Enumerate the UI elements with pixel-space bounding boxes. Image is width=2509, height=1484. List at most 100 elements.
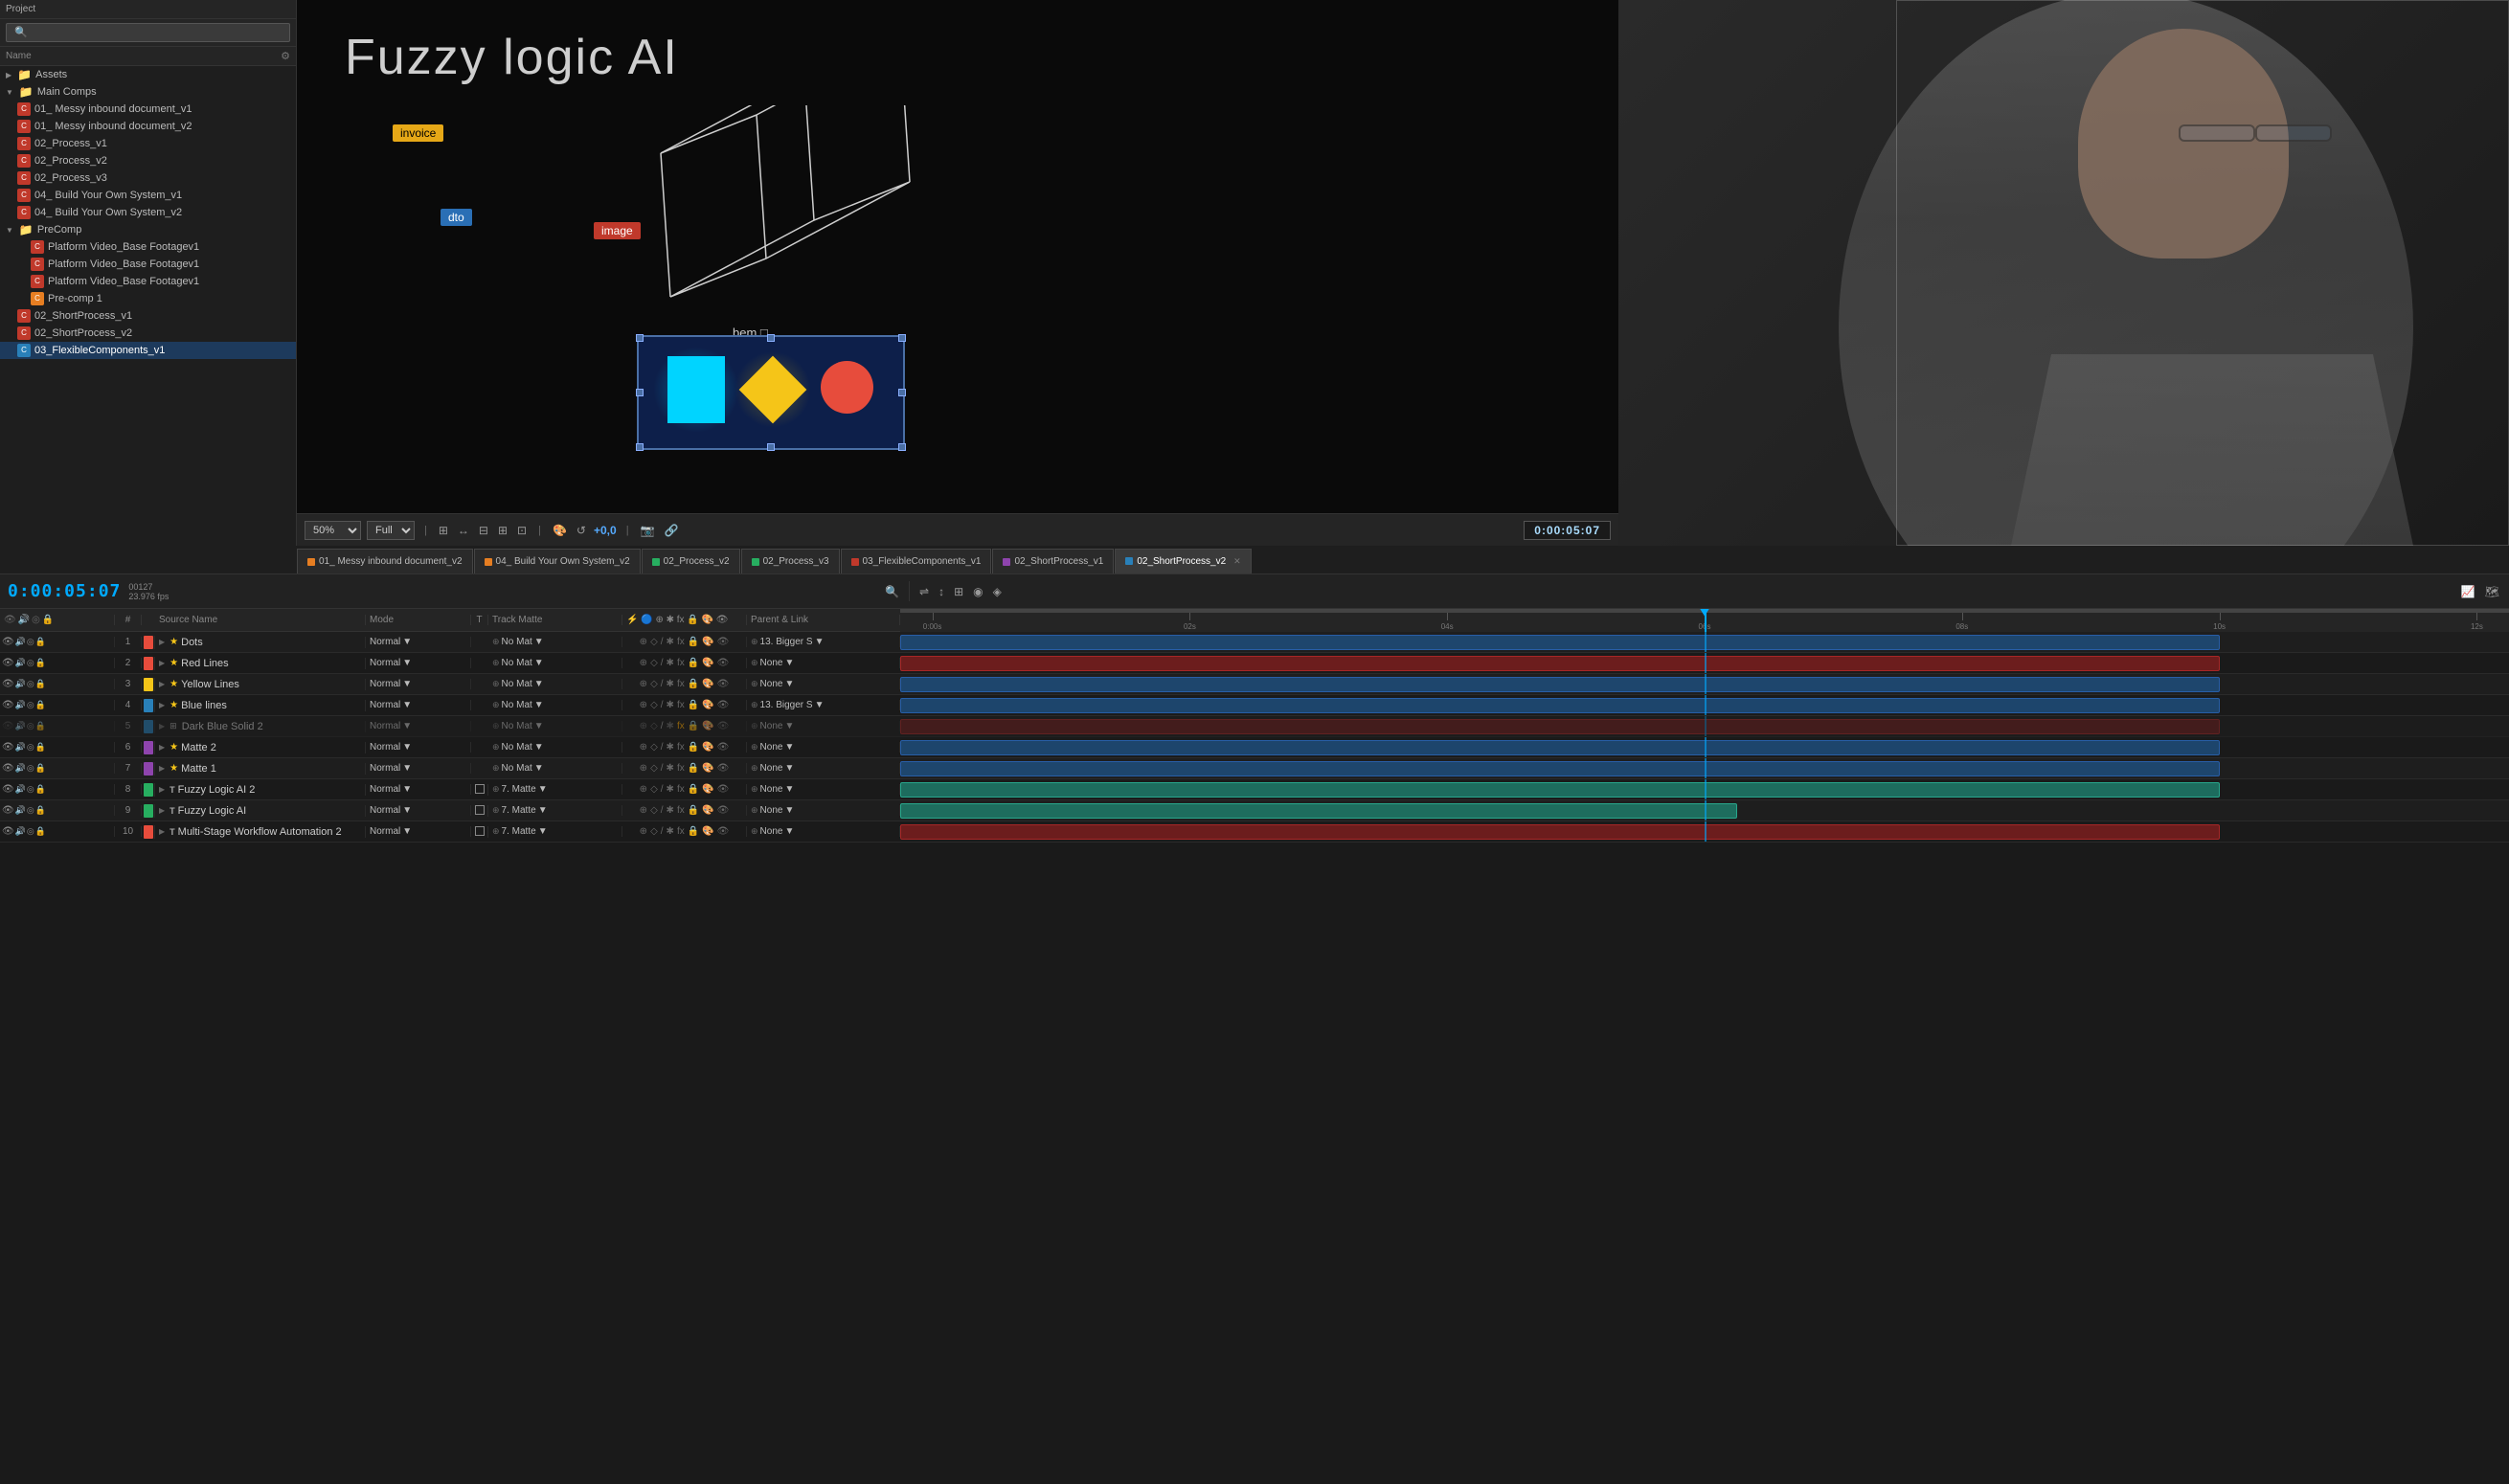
list-item[interactable]: C 02_Process_v3 [0,169,296,187]
parent-dropdown[interactable]: ▼ [815,637,825,647]
lock-toggle[interactable]: 🔒 [35,637,46,647]
camera-button[interactable]: 📷 [639,522,657,539]
solo-toggle[interactable]: ◎ [27,721,34,731]
audio-toggle[interactable]: 🔊 [15,679,26,689]
sw-motion-blur[interactable]: ✱ [667,742,674,753]
sw-blend[interactable]: 🎨 [702,637,713,647]
list-item[interactable]: C 02_ShortProcess_v2 [0,325,296,342]
sw-collapse[interactable]: ⊕ [640,826,647,837]
parent-dropdown[interactable]: ▼ [784,742,794,753]
sw-fx[interactable]: fx [677,826,685,837]
lock-toggle[interactable]: 🔒 [35,658,46,668]
sw-lock[interactable]: 🔒 [688,679,699,689]
expand-arrow[interactable]: ▶ [159,638,165,646]
sw-quality[interactable]: ◇ [650,658,658,668]
sw-motion-blur[interactable]: ✱ [667,721,674,731]
sw-quality[interactable]: ◇ [650,700,658,710]
expand-arrow[interactable]: ▶ [159,659,165,667]
search-timeline-button[interactable]: 🔍 [883,583,901,600]
sw-blend[interactable]: 🎨 [702,742,713,753]
sw-collapse[interactable]: ⊕ [640,679,647,689]
solo-toggle[interactable]: ◎ [27,700,34,710]
sw-motion-blur[interactable]: ✱ [667,679,674,689]
sw-lock[interactable]: 🔒 [688,637,699,647]
lock-toggle[interactable]: 🔒 [35,763,46,774]
mode-dropdown[interactable]: ▼ [402,805,412,816]
tm-dropdown[interactable]: ▼ [534,742,544,753]
visibility-toggle[interactable]: 👁 [2,763,14,774]
list-item-selected[interactable]: C 03_FlexibleComponents_v1 [0,342,296,359]
mode-dropdown[interactable]: ▼ [402,784,412,795]
sw-3d[interactable]: 👁 [717,784,730,795]
sw-quality[interactable]: ◇ [650,784,658,795]
sw-effects[interactable]: / [661,721,664,731]
mode-dropdown[interactable]: ▼ [402,763,412,774]
solo-toggle[interactable]: ◎ [27,658,34,668]
sw-blend[interactable]: 🎨 [702,763,713,774]
solo-toggle[interactable]: ◎ [27,679,34,689]
list-item[interactable]: C 02_Process_v1 [0,135,296,152]
mode-dropdown[interactable]: ▼ [402,658,412,668]
share-button[interactable]: 🔗 [663,522,681,539]
sw-collapse[interactable]: ⊕ [640,742,647,753]
parent-dropdown[interactable]: ▼ [784,805,794,816]
expand-arrow[interactable]: ▶ [159,827,165,836]
precomp-folder[interactable]: ▼ 📁 PreComp [0,221,296,238]
audio-toggle[interactable]: 🔊 [15,742,26,753]
main-comps-folder[interactable]: ▼ 📁 Main Comps [0,83,296,101]
solo-toggle[interactable]: ◎ [27,637,34,647]
sw-effects[interactable]: / [661,700,664,710]
solo-toggle[interactable]: ◎ [27,763,34,774]
mode-dropdown[interactable]: ▼ [402,721,412,731]
lock-toggle[interactable]: 🔒 [35,721,46,731]
expand-arrow[interactable]: ▶ [159,743,165,752]
fit-button[interactable]: ⊞ [437,522,450,539]
list-item[interactable]: C Platform Video_Base Footagev1 [0,238,296,256]
sw-blend[interactable]: 🎨 [702,700,713,710]
sw-3d[interactable]: 👁 [717,742,730,753]
tl-tool1[interactable]: ⇌ [917,583,931,600]
mode-dropdown[interactable]: ▼ [402,826,412,837]
tl-tool5[interactable]: ◈ [991,583,1004,600]
audio-toggle[interactable]: 🔊 [15,637,26,647]
sw-lock[interactable]: 🔒 [688,742,699,753]
assets-folder[interactable]: ▶ 📁 Assets [0,66,296,83]
tm-dropdown[interactable]: ▼ [538,826,548,837]
safe-zones-button[interactable]: ⊟ [477,522,490,539]
sw-collapse[interactable]: ⊕ [640,721,647,731]
tl-tool4[interactable]: ◉ [971,583,984,600]
t-checkbox[interactable] [475,805,485,815]
list-item[interactable]: C Pre-comp 1 [0,290,296,307]
tab-flexible-components[interactable]: 03_FlexibleComponents_v1 [841,549,992,573]
list-item[interactable]: C 04_ Build Your Own System_v1 [0,187,296,204]
tm-dropdown[interactable]: ▼ [534,637,544,647]
sw-lock[interactable]: 🔒 [688,721,699,731]
color-correction-button[interactable]: 🎨 [551,522,569,539]
sw-collapse[interactable]: ⊕ [640,700,647,710]
mode-dropdown[interactable]: ▼ [402,700,412,710]
sw-lock[interactable]: 🔒 [688,826,699,837]
sw-blend[interactable]: 🎨 [702,805,713,816]
audio-toggle[interactable]: 🔊 [15,805,26,816]
list-item[interactable]: C Platform Video_Base Footagev1 [0,256,296,273]
sw-lock[interactable]: 🔒 [688,763,699,774]
sw-quality[interactable]: ◇ [650,805,658,816]
lock-toggle[interactable]: 🔒 [35,784,46,795]
visibility-toggle[interactable]: 👁 [2,805,14,816]
parent-dropdown[interactable]: ▼ [784,658,794,668]
tm-dropdown[interactable]: ▼ [534,763,544,774]
tab-process-v3[interactable]: 02_Process_v3 [741,549,840,573]
audio-toggle[interactable]: 🔊 [15,763,26,774]
parent-dropdown[interactable]: ▼ [784,721,794,731]
sw-quality[interactable]: ◇ [650,826,658,837]
sw-fx[interactable]: fx [677,784,685,795]
visibility-toggle[interactable]: 👁 [2,784,14,795]
list-item[interactable]: C 02_ShortProcess_v1 [0,307,296,325]
quality-select[interactable]: Full Half [367,521,415,540]
mode-dropdown[interactable]: ▼ [402,679,412,689]
sw-3d[interactable]: 👁 [717,658,730,668]
sw-motion-blur[interactable]: ✱ [667,805,674,816]
visibility-toggle[interactable]: 👁 [2,742,14,753]
sw-fx[interactable]: fx [677,805,685,816]
sw-fx[interactable]: fx [677,637,685,647]
